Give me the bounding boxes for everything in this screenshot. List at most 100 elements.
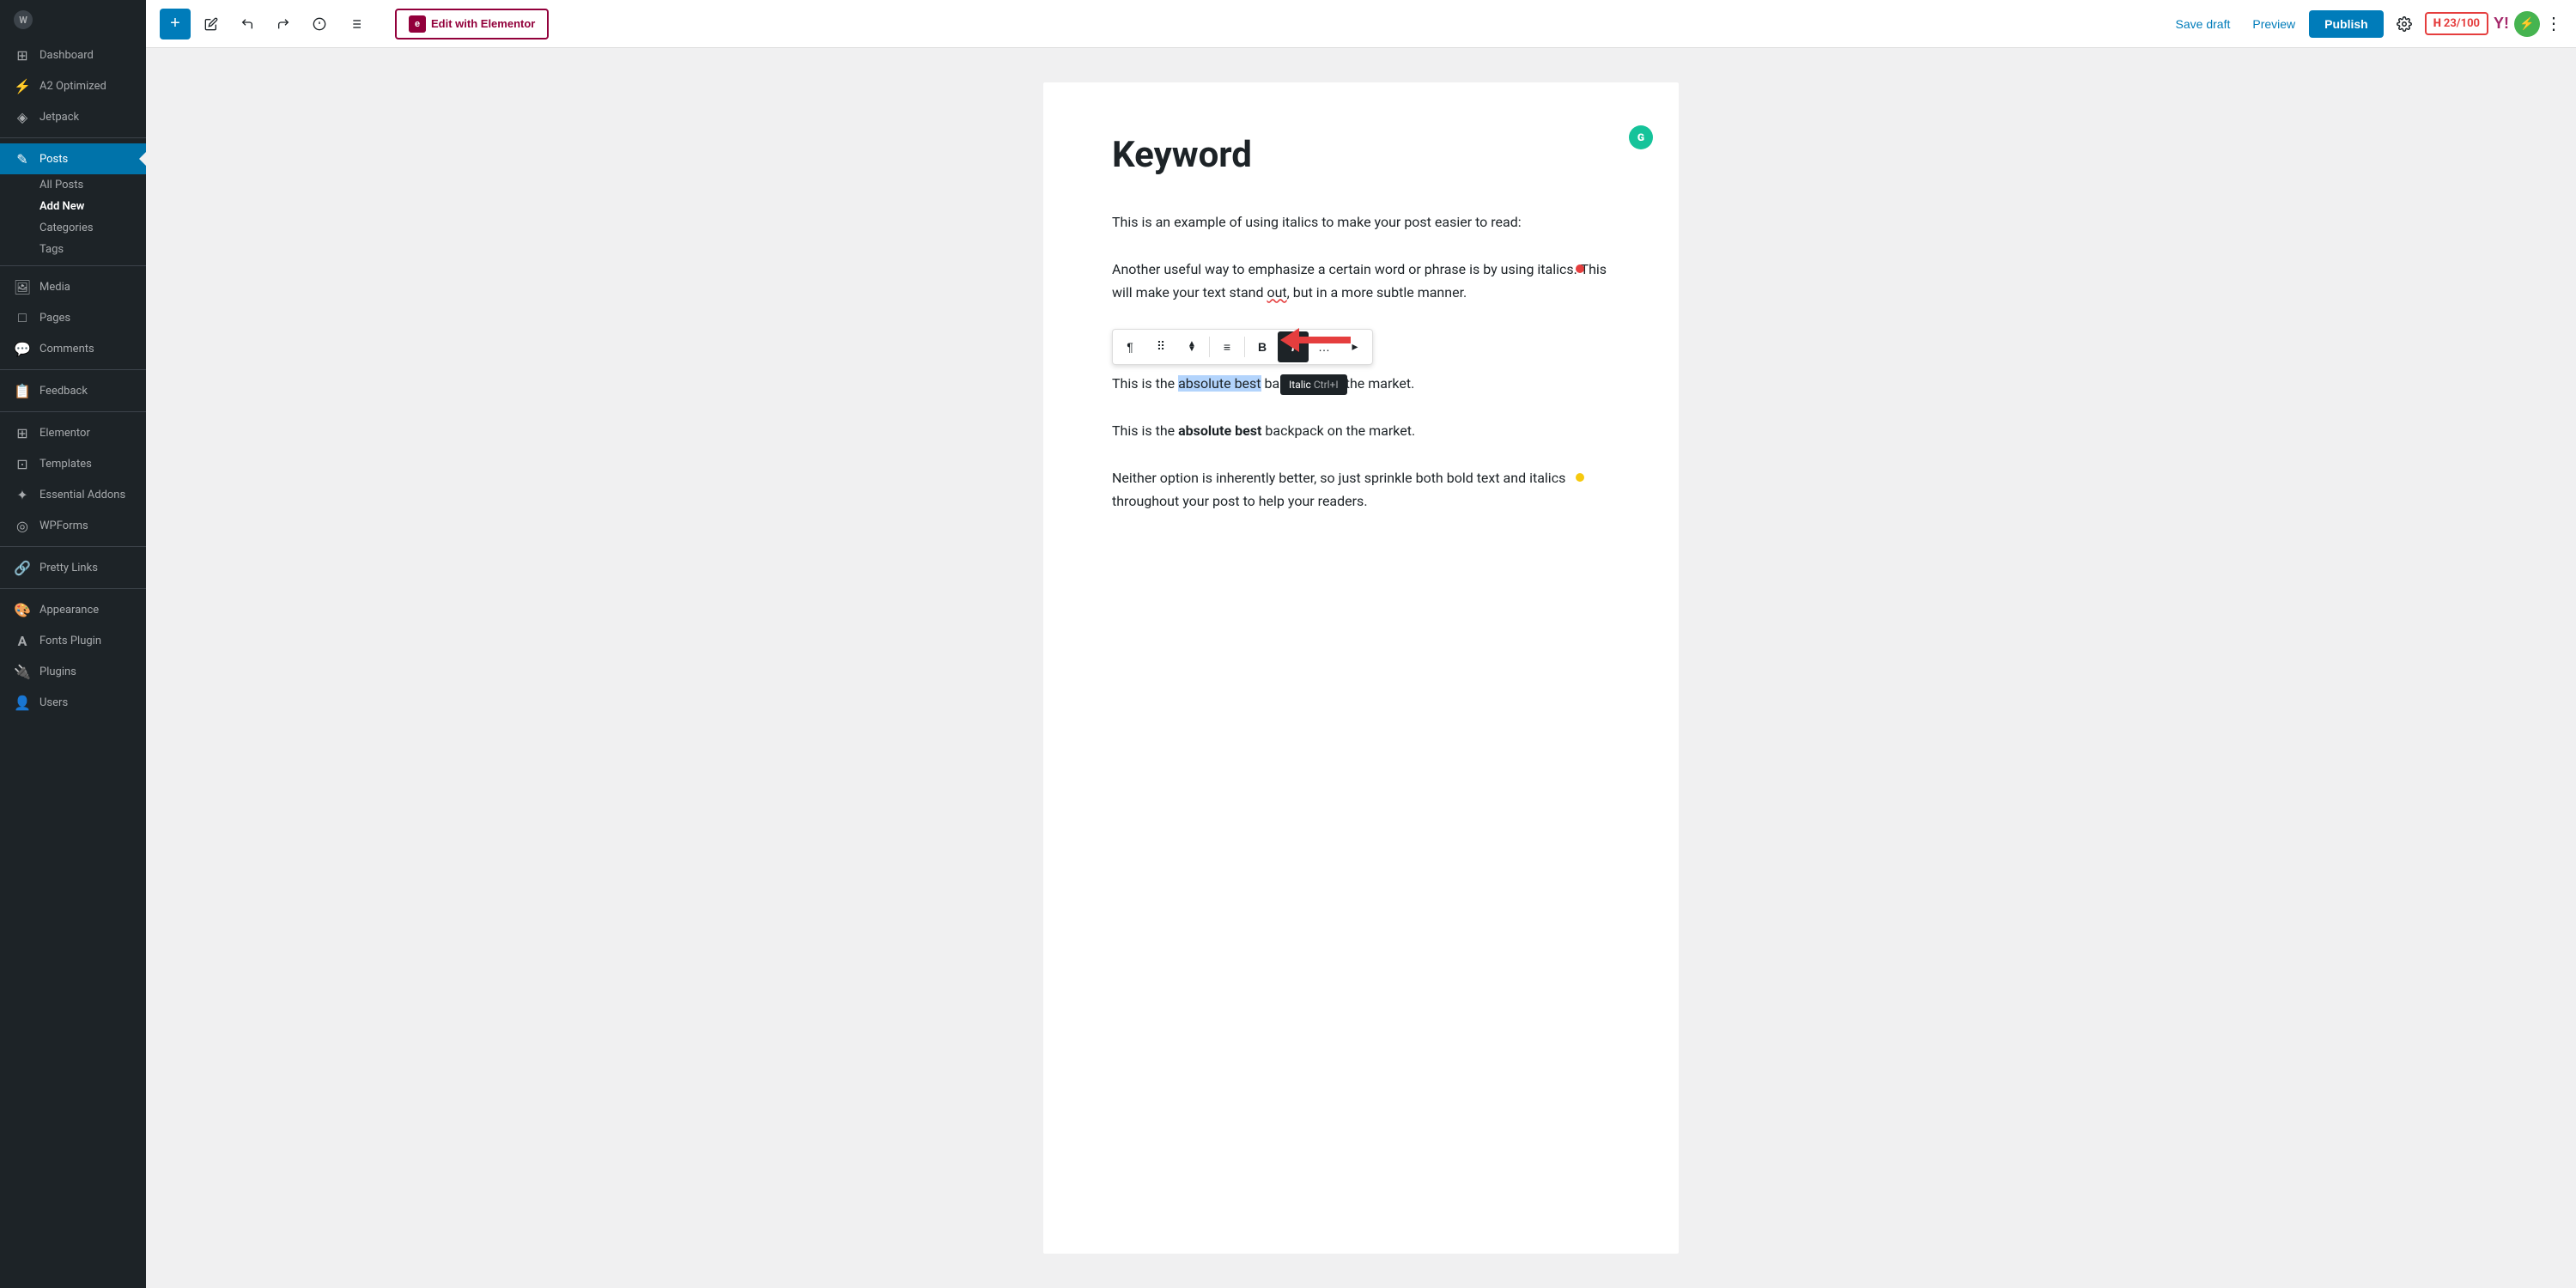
publish-label: Publish xyxy=(2324,17,2368,31)
sidebar-item-wpforms[interactable]: ◎ WPForms xyxy=(0,510,146,541)
yoast-y-icon: Y! xyxy=(2494,15,2509,32)
sidebar-item-label: Pages xyxy=(39,312,70,325)
categories-label: Categories xyxy=(39,222,94,234)
sidebar-item-fonts-plugin[interactable]: A Fonts Plugin xyxy=(0,625,146,656)
redo-icon xyxy=(276,17,290,31)
preview-button[interactable]: Preview xyxy=(2244,12,2304,36)
sidebar-sub-item-tags[interactable]: Tags xyxy=(0,239,146,260)
top-toolbar: + e Edit with Elementor Save draft Previ… xyxy=(146,0,2576,48)
paragraph-3: This is the absolute best backpack on th… xyxy=(1112,372,1610,395)
paragraph-mark-icon: ¶ xyxy=(1127,340,1133,354)
preview-label: Preview xyxy=(2252,17,2295,31)
sidebar-item-essential-addons[interactable]: ✦ Essential Addons xyxy=(0,479,146,510)
toolbar-separator-2 xyxy=(1244,337,1245,357)
undo-button[interactable] xyxy=(232,9,263,39)
paragraph-1: This is an example of using italics to m… xyxy=(1112,210,1610,234)
paragraph-2-after: , but in a more subtle manner. xyxy=(1287,284,1467,301)
sidebar-item-label: Templates xyxy=(39,458,92,471)
paragraph-2: Another useful way to emphasize a certai… xyxy=(1112,258,1610,304)
appearance-icon: 🎨 xyxy=(14,601,31,618)
users-icon: 👤 xyxy=(14,694,31,711)
wpforms-icon: ◎ xyxy=(14,517,31,534)
paragraph-4-after: backpack on the market. xyxy=(1261,422,1415,439)
sidebar-item-label: Essential Addons xyxy=(39,489,125,501)
sidebar-item-media[interactable]: 🖼 Media xyxy=(0,271,146,302)
essential-addons-icon: ✦ xyxy=(14,486,31,503)
list-view-icon xyxy=(349,17,362,31)
sidebar-item-templates[interactable]: ⊡ Templates xyxy=(0,448,146,479)
sidebar-item-dashboard[interactable]: ⊞ Dashboard xyxy=(0,39,146,70)
pretty-links-icon: 🔗 xyxy=(14,559,31,576)
italic-tooltip: Italic Ctrl+I xyxy=(1280,374,1347,395)
tags-label: Tags xyxy=(39,243,64,256)
sidebar-item-comments[interactable]: 💬 Comments xyxy=(0,333,146,364)
save-draft-label: Save draft xyxy=(2176,17,2231,31)
sidebar-item-label: Media xyxy=(39,281,70,294)
publish-button[interactable]: Publish xyxy=(2309,10,2384,38)
sidebar-item-label: Elementor xyxy=(39,427,90,440)
sidebar-divider-2 xyxy=(0,265,146,266)
sidebar-item-posts[interactable]: ✎ Posts xyxy=(0,143,146,174)
sidebar-divider-3 xyxy=(0,369,146,370)
paragraph-4-before: This is the xyxy=(1112,422,1178,439)
elementor-e-icon: e xyxy=(409,15,426,33)
tooltip-label: Italic xyxy=(1289,379,1311,391)
yoast-seo-badge[interactable]: H 23/100 xyxy=(2425,12,2488,35)
block-toolbar-drag-btn[interactable]: ⠿ xyxy=(1145,331,1176,362)
redo-button[interactable] xyxy=(268,9,299,39)
info-icon xyxy=(313,17,326,31)
sidebar-sub-item-all-posts[interactable]: All Posts xyxy=(0,174,146,196)
toolbar-separator-1 xyxy=(1209,337,1210,357)
more-options-icon: ⋮ xyxy=(2545,15,2562,33)
comments-icon: 💬 xyxy=(14,340,31,357)
sidebar-item-label: Plugins xyxy=(39,665,76,678)
block-toolbar-align-btn[interactable]: ≡ xyxy=(1212,331,1242,362)
grammarly-icon[interactable]: G xyxy=(1629,125,1653,149)
sidebar-item-label: Comments xyxy=(39,343,94,355)
sidebar-item-jetpack[interactable]: ◈ Jetpack xyxy=(0,101,146,132)
dashboard-icon: ⊞ xyxy=(14,46,31,64)
paragraph-3-selected: absolute best xyxy=(1178,375,1261,392)
align-icon: ≡ xyxy=(1224,340,1230,354)
sidebar-divider xyxy=(0,137,146,138)
list-view-button[interactable] xyxy=(340,9,371,39)
add-block-button[interactable]: + xyxy=(160,9,191,39)
block-toolbar-move-btn[interactable]: ▲▼ xyxy=(1176,331,1207,362)
sidebar-item-elementor[interactable]: ⊞ Elementor xyxy=(0,417,146,448)
move-icon: ▲▼ xyxy=(1188,342,1196,352)
sidebar-sub-item-categories[interactable]: Categories xyxy=(0,217,146,239)
sidebar-item-appearance[interactable]: 🎨 Appearance xyxy=(0,594,146,625)
settings-button[interactable] xyxy=(2389,9,2420,39)
a2optimized-icon: ⚡ xyxy=(14,77,31,94)
more-options-button[interactable]: ⋮ xyxy=(2545,13,2562,34)
pages-icon: □ xyxy=(14,309,31,326)
sidebar-divider-4 xyxy=(0,411,146,412)
sidebar-item-a2optimized[interactable]: ⚡ A2 Optimized xyxy=(0,70,146,101)
block-toolbar-bold-btn[interactable]: B xyxy=(1247,331,1278,362)
sidebar-item-plugins[interactable]: 🔌 Plugins xyxy=(0,656,146,687)
sidebar-item-users[interactable]: 👤 Users xyxy=(0,687,146,718)
add-new-label: Add New xyxy=(39,200,84,213)
undo-icon xyxy=(240,17,254,31)
sidebar-item-label: WPForms xyxy=(39,519,88,532)
posts-icon: ✎ xyxy=(14,150,31,167)
info-button[interactable] xyxy=(304,9,335,39)
yellow-dot-indicator xyxy=(1576,473,1584,482)
wp-logo-area[interactable]: W xyxy=(0,0,146,39)
save-draft-button[interactable]: Save draft xyxy=(2167,12,2239,36)
sidebar-sub-item-add-new[interactable]: Add New xyxy=(0,196,146,217)
jetpack-icon: ◈ xyxy=(14,108,31,125)
paragraph-5-text: Neither option is inherently better, so … xyxy=(1112,470,1565,509)
yoast-h-label: H xyxy=(2433,17,2441,30)
sidebar-divider-6 xyxy=(0,588,146,589)
sidebar-item-feedback[interactable]: 📋 Feedback xyxy=(0,375,146,406)
yoast-icon-button[interactable]: Y! xyxy=(2494,15,2509,33)
post-title[interactable]: Keyword xyxy=(1112,134,1610,176)
block-toolbar-paragraph-btn[interactable]: ¶ xyxy=(1115,331,1145,362)
sidebar-item-pretty-links[interactable]: 🔗 Pretty Links xyxy=(0,552,146,583)
italic-arrow-annotation xyxy=(1280,328,1351,352)
sidebar-item-pages[interactable]: □ Pages xyxy=(0,302,146,333)
green-bolt-icon: ⚡ xyxy=(2519,17,2534,31)
tools-button[interactable] xyxy=(196,9,227,39)
edit-with-elementor-button[interactable]: e Edit with Elementor xyxy=(395,9,549,39)
